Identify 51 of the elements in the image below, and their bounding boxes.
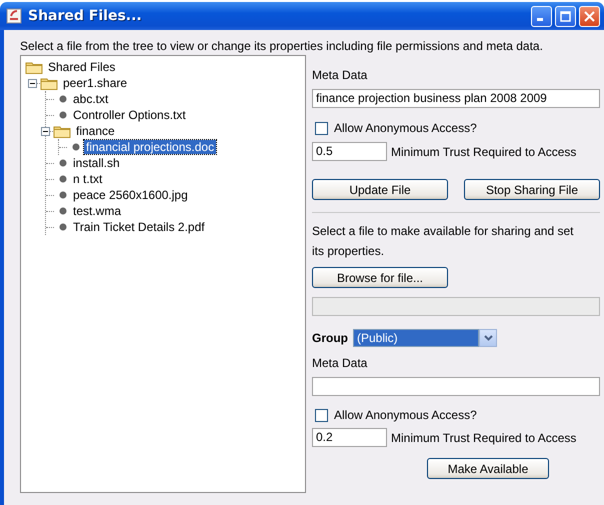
instruction-text: Select a file to make available for sharing and set its properties. <box>312 223 574 260</box>
meta-data-label: Meta Data <box>312 355 368 371</box>
instruction-text: Select a file from the tree to view or change its properties including file permissions and meta data. <box>19 38 544 55</box>
tree-item[interactable]: n t.txt <box>71 172 104 186</box>
file-dot-icon <box>58 94 68 104</box>
meta-data-label: Meta Data <box>312 67 368 83</box>
checkbox[interactable] <box>315 122 328 134</box>
close-icon <box>584 10 595 22</box>
tree-item[interactable]: install.sh <box>71 156 122 170</box>
file-dot-icon <box>58 110 68 120</box>
file-dot-icon <box>71 142 81 152</box>
maximize-button[interactable] <box>555 6 576 26</box>
file-dot-icon <box>58 174 68 184</box>
tree-item[interactable]: peace 2560x1600.jpg <box>71 188 190 202</box>
tree-item[interactable]: test.wma <box>71 204 124 218</box>
update-button[interactable]: Update File <box>312 179 448 200</box>
group-label: Group <box>312 331 348 345</box>
maximize-icon <box>560 10 571 22</box>
collapse-toggle[interactable] <box>28 78 37 88</box>
trust-label: Minimum Trust Required to Access <box>391 430 576 444</box>
tree-item[interactable]: financial projections.doc <box>84 140 216 154</box>
checkbox-label: Allow Anonymous Access? <box>334 408 477 422</box>
meta-data-input[interactable]: finance projection business plan 2008 2009 <box>312 89 600 108</box>
trust-input[interactable]: 0.5 <box>312 142 387 161</box>
meta-data-input[interactable] <box>312 377 600 396</box>
file-dot-icon <box>58 158 68 168</box>
file-dot-icon <box>58 222 68 232</box>
minimize-button[interactable] <box>531 6 552 26</box>
trust-input[interactable]: 0.2 <box>312 428 387 447</box>
tree-item[interactable]: finance <box>74 124 117 138</box>
make-available-button[interactable]: Make Available <box>427 458 549 479</box>
minimize-icon <box>536 18 542 20</box>
file-dot-icon <box>58 190 68 200</box>
window-title: Shared Files... <box>28 8 143 24</box>
tree-item[interactable]: Controller Options.txt <box>71 108 188 122</box>
app-icon <box>6 8 22 24</box>
trust-label: Minimum Trust Required to Access <box>391 144 576 158</box>
stop-sharing-button[interactable]: Stop Sharing File <box>464 179 600 200</box>
browse-button[interactable]: Browse for file... <box>312 267 448 288</box>
tree-item[interactable]: abc.txt <box>71 92 110 106</box>
folder-icon <box>40 76 58 90</box>
folder-icon <box>53 124 71 138</box>
tree-item[interactable]: Shared Files <box>46 60 118 74</box>
tree-item[interactable]: peer1.share <box>61 76 130 90</box>
collapse-toggle[interactable] <box>41 126 50 136</box>
tree-item[interactable]: Train Ticket Details 2.pdf <box>71 220 207 234</box>
folder-icon <box>25 60 43 74</box>
file-dot-icon <box>58 206 68 216</box>
checkbox-label: Allow Anonymous Access? <box>334 121 477 135</box>
close-button[interactable] <box>579 6 600 26</box>
checkbox[interactable] <box>315 408 328 422</box>
